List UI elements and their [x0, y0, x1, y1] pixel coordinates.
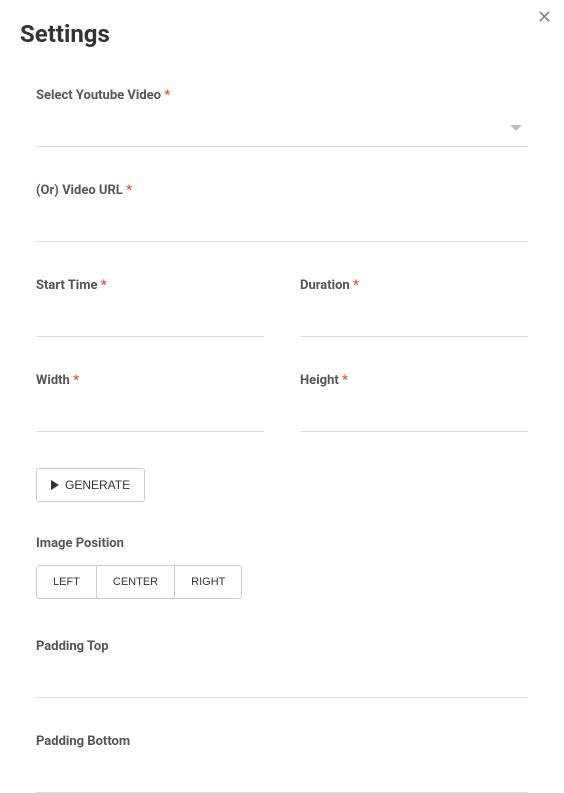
image-position-group: LEFT CENTER RIGHT — [36, 565, 242, 599]
height-input[interactable] — [300, 392, 528, 432]
duration-input[interactable] — [300, 297, 528, 337]
required-star: * — [101, 278, 107, 293]
label-text: Width — [36, 373, 70, 388]
width-input[interactable] — [36, 392, 264, 432]
required-star: * — [164, 88, 170, 103]
generate-label: GENERATE — [65, 478, 130, 492]
label-text: Padding Top — [36, 639, 109, 654]
label-text: Duration — [300, 278, 350, 293]
settings-panel: Settings Select Youtube Video * (Or) Vid… — [0, 0, 564, 793]
padding-bottom-label: Padding Bottom — [36, 734, 528, 749]
label-text: Select Youtube Video — [36, 88, 161, 103]
required-star: * — [73, 373, 79, 388]
image-position-label: Image Position — [36, 536, 528, 551]
field-padding-top: Padding Top — [36, 639, 528, 698]
image-position-section: Image Position LEFT CENTER RIGHT — [36, 536, 528, 639]
image-position-left[interactable]: LEFT — [37, 566, 97, 598]
generate-button[interactable]: GENERATE — [36, 468, 145, 502]
padding-top-label: Padding Top — [36, 639, 528, 654]
close-button[interactable]: ✕ — [537, 8, 552, 26]
field-width: Width * — [36, 373, 264, 432]
field-select-video: Select Youtube Video * — [36, 88, 528, 147]
form-area: Select Youtube Video * (Or) Video URL * … — [20, 88, 544, 793]
field-video-url: (Or) Video URL * — [36, 183, 528, 242]
start-time-input[interactable] — [36, 297, 264, 337]
width-label: Width * — [36, 373, 264, 388]
field-padding-bottom: Padding Bottom — [36, 734, 528, 793]
play-icon — [51, 480, 59, 490]
required-star: * — [353, 278, 359, 293]
select-video-label: Select Youtube Video * — [36, 88, 528, 103]
video-url-label: (Or) Video URL * — [36, 183, 528, 198]
close-icon: ✕ — [537, 7, 552, 27]
field-start-time: Start Time * — [36, 278, 264, 337]
label-text: Padding Bottom — [36, 734, 130, 749]
field-height: Height * — [300, 373, 528, 432]
field-duration: Duration * — [300, 278, 528, 337]
padding-top-input[interactable] — [36, 658, 528, 698]
label-text: Height — [300, 373, 339, 388]
height-label: Height * — [300, 373, 528, 388]
required-star: * — [342, 373, 348, 388]
row-time: Start Time * Duration * — [36, 278, 528, 373]
label-text: (Or) Video URL — [36, 183, 123, 198]
chevron-down-icon — [510, 125, 522, 131]
duration-label: Duration * — [300, 278, 528, 293]
required-star: * — [126, 183, 132, 198]
video-url-input[interactable] — [36, 202, 528, 242]
start-time-label: Start Time * — [36, 278, 264, 293]
padding-bottom-input[interactable] — [36, 753, 528, 793]
image-position-center[interactable]: CENTER — [97, 566, 175, 598]
select-video-dropdown[interactable] — [36, 107, 528, 147]
page-title: Settings — [20, 20, 544, 48]
image-position-right[interactable]: RIGHT — [175, 566, 241, 598]
row-dimensions: Width * Height * — [36, 373, 528, 468]
label-text: Start Time — [36, 278, 98, 293]
